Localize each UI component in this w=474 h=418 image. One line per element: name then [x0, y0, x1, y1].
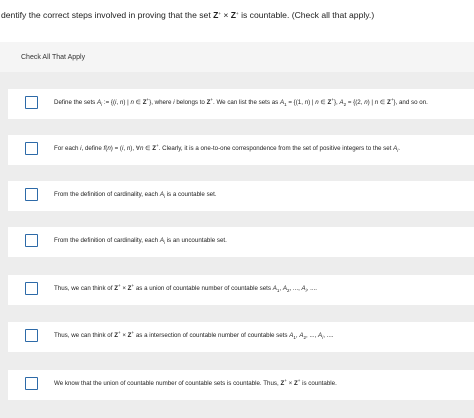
option-6-text: Thus, we can think of Z+ × Z+ as a inter…: [54, 330, 334, 340]
checkbox[interactable]: [25, 282, 38, 295]
option-7[interactable]: We know that the union of countable numb…: [8, 370, 474, 400]
checkbox[interactable]: [25, 234, 38, 247]
checkbox[interactable]: [25, 377, 38, 390]
question-suffix: is countable. (Check all that apply.): [238, 10, 375, 20]
option-7-text: We know that the union of countable numb…: [54, 378, 337, 387]
checkbox[interactable]: [25, 96, 38, 109]
option-5-text: Thus, we can think of Z+ × Z+ as a union…: [54, 283, 317, 293]
times-symbol: ×: [221, 10, 231, 20]
checkbox[interactable]: [25, 142, 38, 155]
option-1-text: Define the sets Ai := {(i, n) | n ∈ Z+},…: [54, 97, 428, 107]
option-4-text: From the definition of cardinality, each…: [54, 237, 227, 245]
option-4[interactable]: From the definition of cardinality, each…: [8, 227, 474, 257]
checkbox[interactable]: [25, 188, 38, 201]
option-2-text: For each i, define f(n) = (i, n), ∀n ∈ Z…: [54, 143, 401, 153]
panel-header: Check All That Apply: [0, 42, 474, 72]
answer-panel: Check All That Apply Define the sets Ai …: [0, 42, 474, 418]
option-3[interactable]: From the definition of cardinality, each…: [8, 181, 474, 211]
question-text: dentify the correct steps involved in pr…: [0, 10, 474, 20]
question-prefix: dentify the correct steps involved in pr…: [1, 10, 214, 20]
checkbox[interactable]: [25, 329, 38, 342]
panel-title: Check All That Apply: [21, 54, 86, 61]
option-3-text: From the definition of cardinality, each…: [54, 191, 217, 199]
option-6[interactable]: Thus, we can think of Z+ × Z+ as a inter…: [8, 322, 474, 352]
option-2[interactable]: For each i, define f(n) = (i, n), ∀n ∈ Z…: [8, 135, 474, 165]
option-5[interactable]: Thus, we can think of Z+ × Z+ as a union…: [8, 275, 474, 305]
option-1[interactable]: Define the sets Ai := {(i, n) | n ∈ Z+},…: [8, 89, 474, 119]
